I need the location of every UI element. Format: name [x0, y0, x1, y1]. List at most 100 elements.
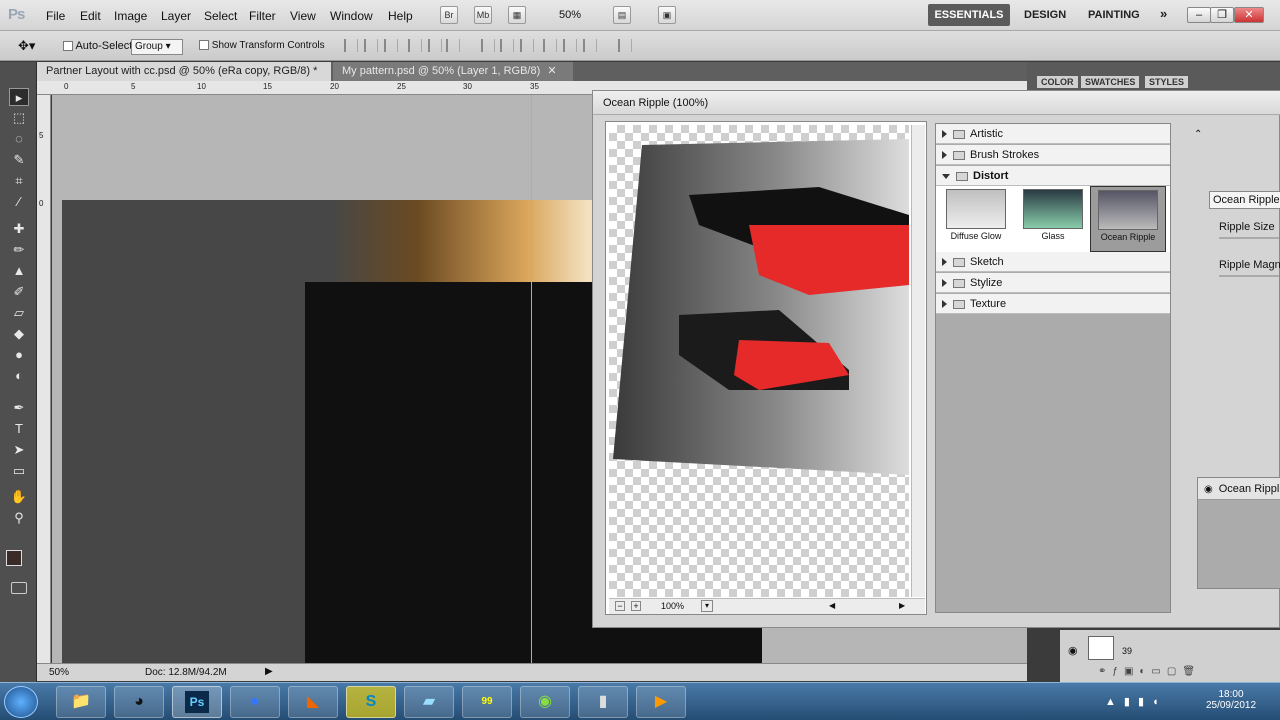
app-icon[interactable]: ◣ [288, 686, 338, 718]
move-tool-icon[interactable]: ✥▾ [18, 38, 35, 54]
restore-button[interactable]: ❐ [1210, 7, 1234, 23]
menu-help[interactable]: Help [388, 9, 413, 23]
category-texture[interactable]: Texture [936, 294, 1170, 314]
zoom-tool-icon[interactable]: ⚲ [9, 509, 29, 527]
quick-select-tool-icon[interactable]: ✎ [9, 151, 29, 169]
brush-tool-icon[interactable]: ✏ [9, 241, 29, 259]
thumb-glass[interactable]: Glass [1015, 186, 1091, 252]
crop-tool-icon[interactable]: ⌗ [9, 172, 29, 190]
zoom-level[interactable]: 50% [559, 9, 581, 21]
skype-icon[interactable]: S [346, 686, 396, 718]
align-hcenter-icon[interactable] [428, 39, 442, 52]
zoom-out-icon[interactable]: − [615, 601, 625, 611]
thumb-ocean-ripple[interactable]: Ocean Ripple [1090, 186, 1166, 252]
lasso-tool-icon[interactable]: ◌ [9, 130, 29, 148]
menu-edit[interactable]: Edit [80, 9, 101, 23]
screen-mode-icon[interactable]: ▣ [658, 6, 676, 24]
auto-select-dropdown[interactable]: Group ▾ [131, 39, 183, 55]
distribute-vcenter-icon[interactable] [500, 39, 514, 52]
distribute-hcenter-icon[interactable] [563, 39, 577, 52]
spotify-icon[interactable]: ◉ [520, 686, 570, 718]
monitor-icon[interactable]: 99 [462, 686, 512, 718]
effect-layer-ocean-ripple[interactable]: ◉ Ocean Rippl [1198, 478, 1280, 500]
media-player-icon[interactable]: ▶ [636, 686, 686, 718]
thumb-diffuse-glow[interactable]: Diffuse Glow [938, 186, 1014, 252]
category-sketch[interactable]: Sketch [936, 252, 1170, 272]
align-bottom-icon[interactable] [384, 39, 398, 52]
bridge-button[interactable]: Br [440, 6, 458, 24]
ripple-magnitude-slider[interactable] [1219, 275, 1279, 277]
pen-tool-icon[interactable]: ✒ [9, 399, 29, 417]
menu-window[interactable]: Window [330, 9, 373, 23]
guide-line[interactable] [531, 95, 532, 663]
status-menu-arrow-icon[interactable]: ▶ [265, 666, 273, 677]
auto-select-checkbox[interactable]: Auto-Select: [63, 40, 135, 52]
workspace-painting[interactable]: PAINTING [1088, 9, 1140, 21]
menu-image[interactable]: Image [114, 9, 147, 23]
extras-grid-icon[interactable]: ▦ [508, 6, 526, 24]
marquee-tool-icon[interactable]: ⬚ [9, 109, 29, 127]
dodge-tool-icon[interactable]: ◐ [9, 367, 29, 385]
tab-my-pattern[interactable]: My pattern.psd @ 50% (Layer 1, RGB/8) ✕ [333, 62, 573, 81]
workspace-design[interactable]: DESIGN [1024, 9, 1066, 21]
ripple-size-slider[interactable] [1219, 237, 1279, 239]
tab-styles[interactable]: STYLES [1145, 76, 1189, 88]
gradient-tool-icon[interactable]: ◆ [9, 325, 29, 343]
start-button[interactable] [4, 686, 38, 718]
align-top-icon[interactable] [344, 39, 358, 52]
shape-tool-icon[interactable]: ▭ [9, 462, 29, 480]
filter-select-dropdown[interactable]: Ocean Ripple [1209, 191, 1280, 209]
notes-icon[interactable]: ▰ [404, 686, 454, 718]
hand-tool-icon[interactable]: ✋ [9, 488, 29, 506]
close-button[interactable]: ✕ [1234, 7, 1264, 23]
camera-icon[interactable]: ▮ [578, 686, 628, 718]
align-left-icon[interactable] [408, 39, 422, 52]
menu-filter[interactable]: Filter [249, 9, 276, 23]
distribute-right-icon[interactable] [583, 39, 597, 52]
eyedropper-tool-icon[interactable]: ⁄ [9, 193, 29, 211]
category-brush-strokes[interactable]: Brush Strokes [936, 145, 1170, 165]
close-tab-icon[interactable]: ✕ [547, 65, 556, 77]
hscroll-right-icon[interactable]: ▶ [899, 601, 905, 610]
path-select-icon[interactable]: ➤ [9, 441, 29, 459]
move-tool-icon[interactable]: ▸ [9, 88, 29, 106]
menu-view[interactable]: View [290, 9, 316, 23]
browser-icon[interactable]: ● [230, 686, 280, 718]
category-distort[interactable]: Distort [936, 166, 1170, 186]
menu-layer[interactable]: Layer [161, 9, 191, 23]
status-zoom[interactable]: 50% [49, 667, 69, 678]
more-workspaces-icon[interactable]: » [1160, 6, 1167, 21]
history-brush-icon[interactable]: ✐ [9, 283, 29, 301]
type-tool-icon[interactable]: T [9, 420, 29, 438]
system-tray-icons[interactable]: ▲▮▮◖ [1105, 695, 1167, 708]
tab-partner-layout[interactable]: Partner Layout with cc.psd @ 50% (eRa co… [37, 62, 331, 96]
distribute-top-icon[interactable] [481, 39, 495, 52]
stamp-tool-icon[interactable]: ▲ [9, 262, 29, 280]
preview-scrollbar[interactable] [911, 125, 925, 597]
preview-zoom-value[interactable]: 100% [661, 601, 684, 611]
mini-bridge-button[interactable]: Mb [474, 6, 492, 24]
healing-tool-icon[interactable]: ✚ [9, 220, 29, 238]
category-stylize[interactable]: Stylize [936, 273, 1170, 293]
align-vcenter-icon[interactable] [364, 39, 378, 52]
chrome-icon[interactable]: ◕ [114, 686, 164, 718]
explorer-icon[interactable]: 📁 [56, 686, 106, 718]
zoom-in-icon[interactable]: + [631, 601, 641, 611]
dialog-title[interactable]: Ocean Ripple (100%) [593, 91, 1280, 115]
menu-file[interactable]: File [46, 9, 65, 23]
quick-mask-icon[interactable] [11, 582, 27, 594]
foreground-color-swatch[interactable] [6, 550, 22, 566]
arrange-documents-icon[interactable]: ▤ [613, 6, 631, 24]
layer-actions-icon[interactable]: ⚭ƒ▣◐▭▢🗑 [1098, 666, 1201, 677]
chevron-down-icon[interactable]: ▾ [701, 600, 713, 612]
doc-size-info[interactable]: Doc: 12.8M/94.2M [145, 667, 227, 678]
hscroll-left-icon[interactable]: ◀ [829, 601, 835, 610]
distribute-bottom-icon[interactable] [520, 39, 534, 52]
tab-swatches[interactable]: SWATCHES [1081, 76, 1140, 88]
blur-tool-icon[interactable]: ● [9, 346, 29, 364]
minimize-button[interactable]: – [1187, 7, 1211, 23]
category-artistic[interactable]: Artistic [936, 124, 1170, 144]
visibility-eye-icon[interactable]: ◉ [1204, 484, 1213, 495]
eraser-tool-icon[interactable]: ▱ [9, 304, 29, 322]
photoshop-taskbar-icon[interactable]: Ps [172, 686, 222, 718]
